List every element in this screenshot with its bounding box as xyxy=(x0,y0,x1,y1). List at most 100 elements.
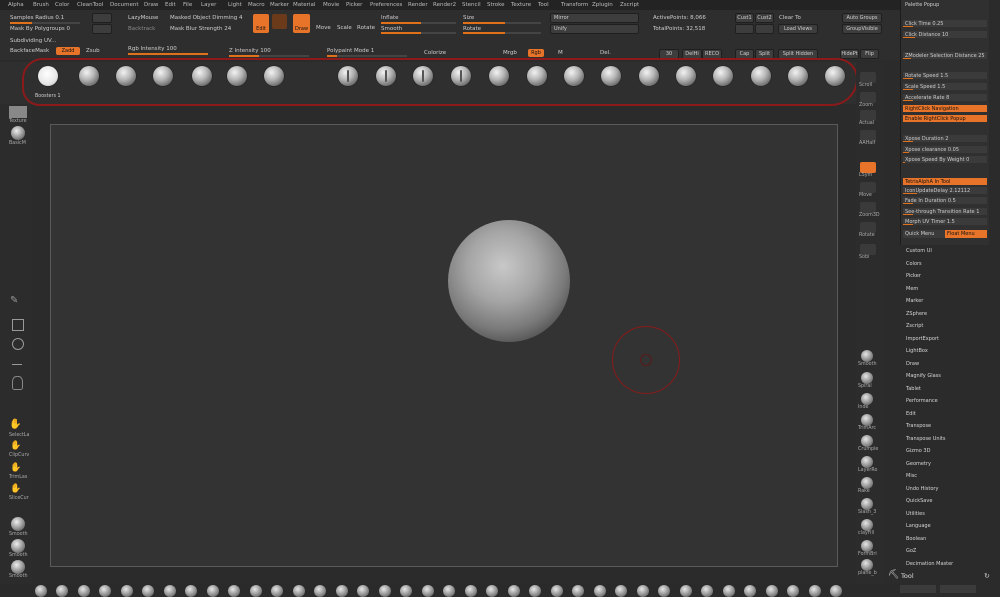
brush-slash_3-icon[interactable] xyxy=(861,498,873,510)
bottom-brush-icon-30[interactable] xyxy=(658,585,670,597)
cust2-button[interactable]: Cust2 xyxy=(755,13,774,23)
menu-edit[interactable]: Edit xyxy=(165,2,176,8)
bottom-brush-icon-33[interactable] xyxy=(723,585,735,597)
mirror-button[interactable]: Mirror xyxy=(550,13,639,23)
aahalf-icon[interactable] xyxy=(860,130,876,141)
document-canvas[interactable] xyxy=(50,124,838,567)
menu-item-colors[interactable]: Colors xyxy=(906,261,922,267)
size-slider[interactable]: Size xyxy=(463,15,474,21)
lazymouse-toggle[interactable]: LazyMouse xyxy=(128,15,158,21)
backtrack-toggle[interactable]: Backtrack xyxy=(128,26,155,32)
bottom-brush-icon-29[interactable] xyxy=(637,585,649,597)
material-icon[interactable] xyxy=(11,126,25,140)
menu-alpha[interactable]: Alpha xyxy=(8,2,24,8)
bottom-brush-icon-22[interactable] xyxy=(486,585,498,597)
edit-button[interactable]: Edit xyxy=(253,14,269,33)
texture-thumbnail[interactable] xyxy=(9,106,27,118)
rect-select-icon[interactable] xyxy=(12,319,24,331)
scroll-icon[interactable] xyxy=(860,72,876,83)
bottom-brush-icon-35[interactable] xyxy=(766,585,778,597)
bottom-brush-icon-20[interactable] xyxy=(443,585,455,597)
view-button-b[interactable] xyxy=(755,24,774,34)
circle-select-icon[interactable] xyxy=(12,338,24,350)
bottom-brush-icon-25[interactable] xyxy=(551,585,563,597)
clear-to-button[interactable]: Clear To xyxy=(779,15,801,21)
menu-item-transpose-units[interactable]: Transpose Units xyxy=(906,436,946,442)
menu-preferences[interactable]: Preferences xyxy=(370,2,402,8)
menu-item-mem[interactable]: Mem xyxy=(906,286,918,292)
bottom-brush-icon-36[interactable] xyxy=(787,585,799,597)
bottom-brush-icon-5[interactable] xyxy=(121,585,133,597)
mask-by-polygroups-slider[interactable]: Mask By Polygroups 0 xyxy=(10,26,70,32)
zadd-button[interactable]: Zadd xyxy=(56,47,80,55)
bottom-brush-icon-26[interactable] xyxy=(572,585,584,597)
rgb-button[interactable]: Rgb xyxy=(528,49,544,57)
menu-marker[interactable]: Marker xyxy=(270,2,289,8)
menu-item-gizmo-3d[interactable]: Gizmo 3D xyxy=(906,448,930,454)
zsub-button[interactable]: Zsub xyxy=(86,48,100,54)
bottom-brush-icon-4[interactable] xyxy=(99,585,111,597)
menu-item-goz[interactable]: GoZ xyxy=(906,548,916,554)
tool-palette-title[interactable]: Tool xyxy=(901,572,914,580)
menu-brush[interactable]: Brush xyxy=(33,2,49,8)
edit-mode-icon[interactable] xyxy=(272,14,287,29)
menu-zscript[interactable]: Zscript xyxy=(620,2,639,8)
menu-layer[interactable]: Layer xyxy=(201,2,216,8)
load-views-button[interactable]: Load Views xyxy=(778,24,818,34)
brush-trimarc-icon[interactable] xyxy=(861,414,873,426)
bottom-brush-icon-38[interactable] xyxy=(830,585,842,597)
backface-mask-toggle[interactable]: BackfaceMask xyxy=(10,48,49,54)
menu-texture[interactable]: Texture xyxy=(511,2,531,8)
menu-item-boolean[interactable]: Boolean xyxy=(906,536,926,542)
brush-smooth-icon[interactable] xyxy=(861,350,873,362)
menu-item-tablet[interactable]: Tablet xyxy=(906,386,921,392)
menu-item-zsphere[interactable]: ZSphere xyxy=(906,311,927,317)
bottom-brush-icon-11[interactable] xyxy=(250,585,262,597)
bottom-brush-icon-31[interactable] xyxy=(680,585,692,597)
menu-item-utilities[interactable]: Utilities xyxy=(906,511,925,517)
menu-draw[interactable]: Draw xyxy=(144,2,158,8)
smooth-brush-icon-2[interactable] xyxy=(11,539,25,553)
menu-item-draw[interactable]: Draw xyxy=(906,361,919,367)
menu-item-geometry[interactable]: Geometry xyxy=(906,461,931,467)
menu-item-magnify-glass[interactable]: Magnify Glass xyxy=(906,373,941,379)
menu-movie[interactable]: Movie xyxy=(323,2,339,8)
samples-radius-slider[interactable]: Samples Radius 0.1 xyxy=(10,15,64,21)
tool-button-a[interactable] xyxy=(900,585,936,593)
smooth-brush-icon-1[interactable] xyxy=(11,517,25,531)
menu-item-importexport[interactable]: ImportExport xyxy=(906,336,939,342)
zoom3d-icon[interactable] xyxy=(860,202,876,213)
del-button[interactable]: Del. xyxy=(600,50,611,56)
select-lasso-icon[interactable]: ✋ xyxy=(9,419,25,431)
rgb-intensity-slider[interactable]: Rgb Intensity 100 xyxy=(128,46,177,52)
menu-item-edit[interactable]: Edit xyxy=(906,411,916,417)
bottom-brush-icon-6[interactable] xyxy=(142,585,154,597)
lasso-icon[interactable]: ✎ xyxy=(10,295,24,309)
brush-plane_b-icon[interactable] xyxy=(861,559,873,571)
group-visible-button[interactable]: GroupVisible xyxy=(842,24,882,34)
menu-tool[interactable]: Tool xyxy=(538,2,549,8)
bottom-brush-icon-7[interactable] xyxy=(164,585,176,597)
brush-spiral-icon[interactable] xyxy=(861,372,873,384)
menu-render[interactable]: Render xyxy=(408,2,428,8)
brush-inde-icon[interactable] xyxy=(861,393,873,405)
polypaint-mode-slider[interactable]: Polypaint Mode 1 xyxy=(327,48,374,54)
palette-corner-icon[interactable]: ↻ xyxy=(984,572,990,580)
brush-rake-icon[interactable] xyxy=(861,477,873,489)
z-intensity-slider[interactable]: Z Intensity 100 xyxy=(229,48,271,54)
menu-item-undo-history[interactable]: Undo History xyxy=(906,486,938,492)
small-button-2[interactable] xyxy=(92,24,112,34)
menu-stencil[interactable]: Stencil xyxy=(462,2,481,8)
actual-icon[interactable] xyxy=(860,110,876,121)
float-menu-button[interactable]: Float Menu xyxy=(945,230,987,238)
bottom-brush-icon-12[interactable] xyxy=(271,585,283,597)
menu-macro[interactable]: Macro xyxy=(248,2,265,8)
menu-item-performance[interactable]: Performance xyxy=(906,398,938,404)
scale-button[interactable]: Scale xyxy=(337,25,352,31)
rotate-button[interactable]: Rotate xyxy=(357,25,375,31)
brush-formbri-icon[interactable] xyxy=(861,540,873,552)
menu-transform[interactable]: Transform xyxy=(561,2,588,8)
menu-item-lightbox[interactable]: LightBox xyxy=(906,348,928,354)
auto-groups-button[interactable]: Auto Groups xyxy=(842,13,882,23)
menu-item-misc[interactable]: Misc xyxy=(906,473,917,479)
